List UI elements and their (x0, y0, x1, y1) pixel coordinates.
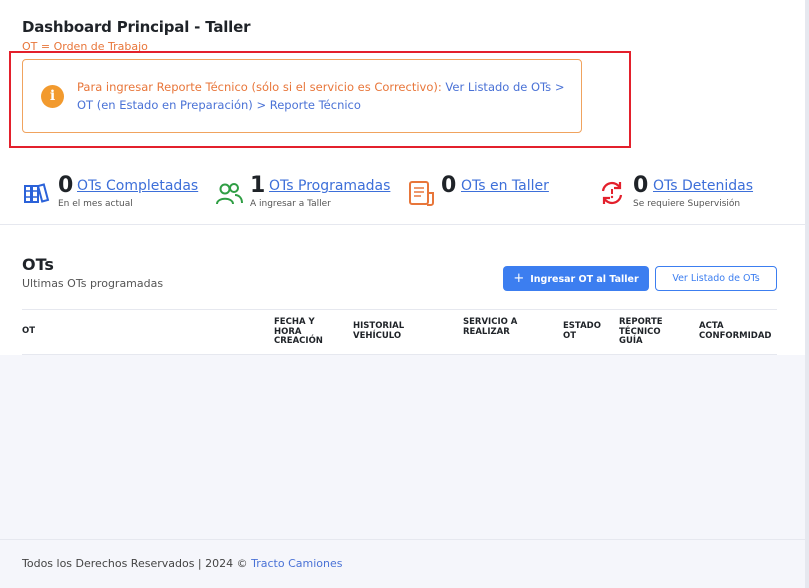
stat-ots-en-taller: 0 OTs en Taller (407, 173, 567, 217)
refresh-alert-icon (601, 181, 623, 205)
footer-link-tracto-camiones[interactable]: Tracto Camiones (251, 557, 342, 570)
table-header-divider-top (22, 309, 777, 310)
column-header-fecha-hora-creacion: FECHA Y HORA CREACIÓN (274, 317, 323, 346)
table-header-divider-bottom (22, 354, 777, 355)
stat-value: 0 (441, 173, 457, 198)
ots-section-title: OTs (22, 255, 54, 274)
stat-value: 0 (633, 173, 649, 198)
stat-link-ots-completadas[interactable]: OTs Completadas (77, 178, 198, 194)
footer: Todos los Derechos Reservados | 2024 © T… (0, 539, 809, 588)
ots-section-subtitle: Ultimas OTs programadas (22, 277, 164, 290)
window-right-edge (805, 0, 809, 588)
info-alert: i Para ingresar Reporte Técnico (sólo si… (22, 59, 582, 133)
plus-icon: + (513, 271, 525, 286)
column-header-estado-ot: ESTADO OT (563, 321, 601, 341)
column-header-reporte-tecnico-guia: REPORTE TÉCNICO GUÍA (619, 317, 663, 346)
books-icon (24, 183, 50, 203)
ingresar-ot-button[interactable]: + Ingresar OT al Taller (503, 266, 649, 291)
stat-ots-programadas: 1 OTs Programadas A ingresar a Taller (215, 173, 395, 217)
stat-caption: Se requiere Supervisión (633, 199, 741, 209)
stat-link-ots-en-taller[interactable]: OTs en Taller (461, 178, 549, 194)
clipboard-icon (409, 181, 434, 206)
alert-text: Para ingresar Reporte Técnico (sólo si e… (77, 80, 446, 94)
stat-link-ots-programadas[interactable]: OTs Programadas (269, 178, 390, 194)
ver-listado-ots-button[interactable]: Ver Listado de OTs (655, 266, 777, 291)
alert-message: Para ingresar Reporte Técnico (sólo si e… (77, 78, 567, 114)
column-header-ot: OT (22, 326, 36, 336)
footer-copyright: Todos los Derechos Reservados | 2024 © (22, 557, 252, 570)
stat-caption: En el mes actual (58, 199, 133, 209)
stat-link-ots-detenidas[interactable]: OTs Detenidas (653, 178, 753, 194)
stat-value: 0 (58, 173, 74, 198)
page-title: Dashboard Principal - Taller (22, 18, 251, 36)
info-icon: i (41, 85, 64, 108)
users-icon (216, 183, 243, 205)
column-header-historial-vehiculo: HISTORIAL VEHÍCULO (353, 321, 405, 341)
stat-ots-detenidas: 0 OTs Detenidas Se requiere Supervisión (598, 173, 778, 217)
stat-ots-completadas: 0 OTs Completadas En el mes actual (23, 173, 203, 217)
stat-caption: A ingresar a Taller (250, 199, 331, 209)
column-header-acta-conformidad: ACTA CONFORMIDAD (699, 321, 772, 341)
column-header-servicio-a-realizar: SERVICIO A REALIZAR (463, 317, 518, 337)
footer-text: Todos los Derechos Reservados | 2024 © T… (22, 557, 342, 570)
stat-value: 1 (250, 173, 266, 198)
ingresar-ot-label: Ingresar OT al Taller (530, 274, 639, 285)
